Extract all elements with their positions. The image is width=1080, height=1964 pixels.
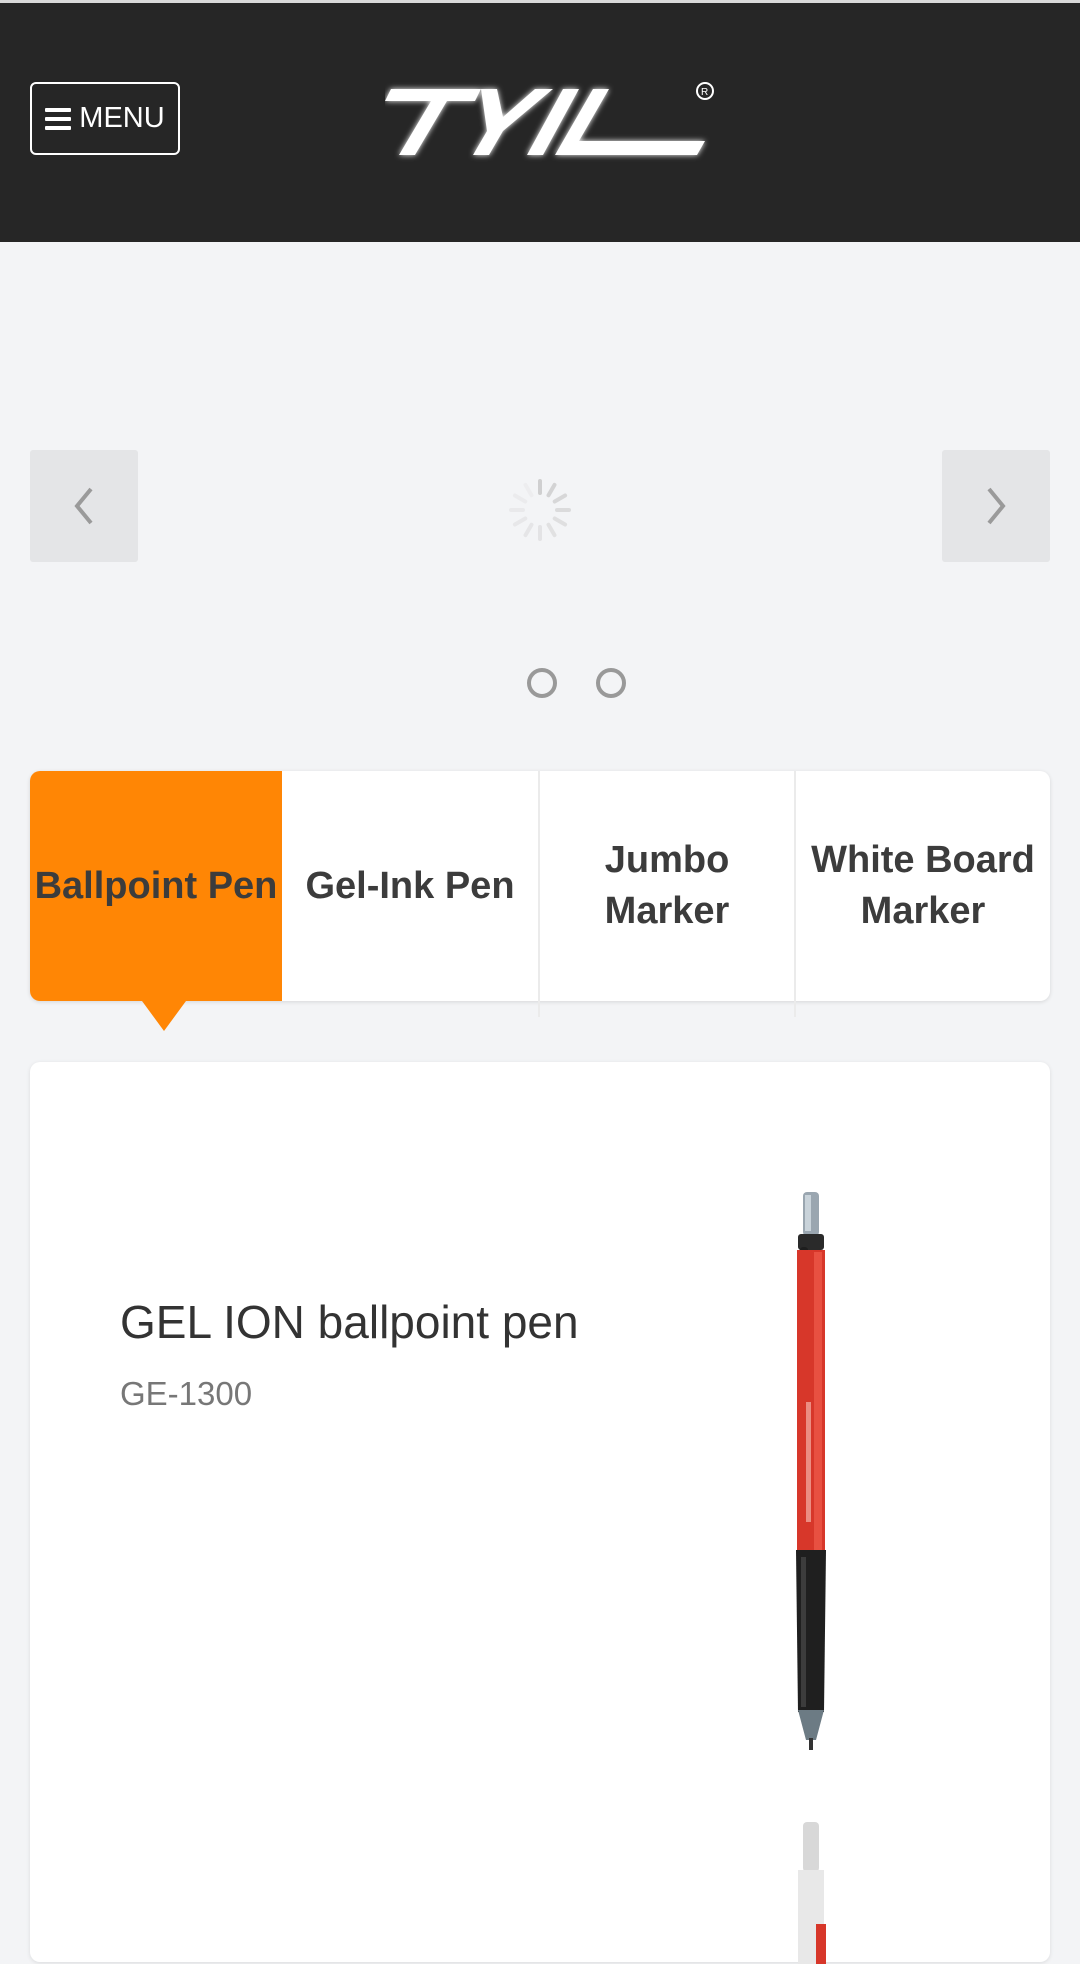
slider-next-button[interactable] (942, 450, 1050, 562)
hamburger-icon (45, 107, 72, 130)
brand-logo[interactable]: R (385, 81, 725, 167)
tab-white-board-marker[interactable]: White Board Marker (796, 771, 1050, 1001)
chevron-right-icon (987, 487, 1006, 525)
pen-image[interactable] (770, 1192, 850, 1752)
slider-dot-2[interactable] (596, 668, 626, 698)
loading-spinner-icon (509, 479, 571, 541)
slider-prev-button[interactable] (30, 450, 138, 562)
tab-ballpoint-pen[interactable]: Ballpoint Pen (30, 771, 282, 1001)
product-code: GE-1300 (120, 1375, 253, 1412)
tab-jumbo-marker[interactable]: Jumbo Marker (540, 771, 794, 1001)
tab-gel-ink-pen[interactable]: Gel-Ink Pen (282, 771, 538, 1001)
category-tabs: Ballpoint Pen Gel-Ink Pen Jumbo Marker W… (30, 771, 1050, 1031)
menu-label: MENU (79, 102, 165, 134)
svg-text:R: R (701, 87, 708, 98)
site-header: MENU R (0, 3, 1080, 242)
active-tab-pointer (142, 1001, 186, 1031)
menu-button[interactable]: MENU (30, 82, 180, 155)
slider-pagination (0, 668, 1080, 700)
product-card[interactable]: GEL ION ballpoint pen GE-1300 (30, 1062, 1050, 1964)
slider-dot-1[interactable] (527, 668, 557, 698)
product-name[interactable]: GEL ION ballpoint pen (120, 1295, 579, 1349)
hero-slider (0, 242, 1080, 762)
pen-image-2[interactable] (770, 1814, 850, 1964)
chevron-left-icon (74, 487, 93, 525)
